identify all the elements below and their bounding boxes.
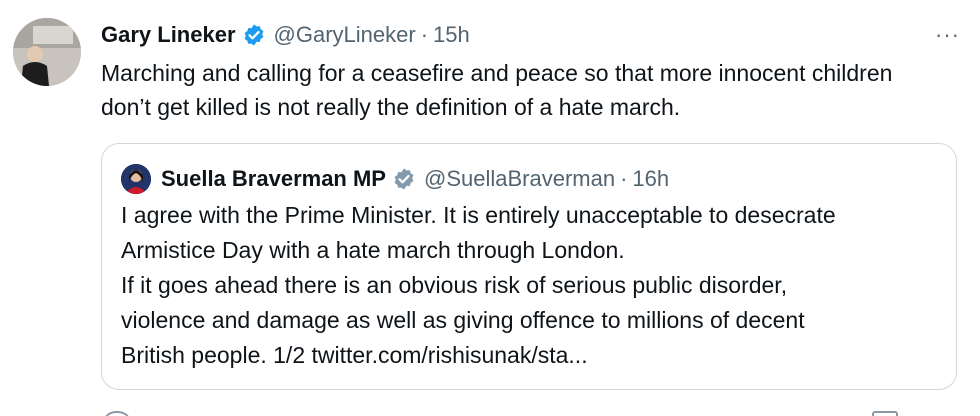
quoted-tweet-card[interactable]: Suella Braverman MP @SuellaBraverman · 1… bbox=[101, 143, 957, 390]
separator-dot: · bbox=[620, 166, 628, 191]
tweet-header: Gary Lineker @GaryLineker · 15h bbox=[101, 18, 960, 52]
tweet-text: Marching and calling for a ceasefire and… bbox=[101, 60, 893, 120]
quoted-text-line: I agree with the Prime Minister. It is e… bbox=[121, 202, 836, 228]
quoted-text-line: If it goes ahead there is an obvious ris… bbox=[121, 272, 788, 298]
tweet-body: Gary Lineker @GaryLineker · 15h ··· Marc… bbox=[101, 18, 960, 124]
quoted-author-name: Suella Braverman MP bbox=[161, 166, 386, 191]
action-bar bbox=[0, 404, 980, 416]
tweet-timestamp[interactable]: 15h bbox=[433, 22, 470, 48]
avatar-photo bbox=[13, 18, 81, 86]
author-handle[interactable]: @GaryLineker bbox=[274, 22, 416, 48]
verified-badge-icon[interactable] bbox=[242, 23, 266, 47]
quoted-text-line: British people. 1/2 twitter.com/rishisun… bbox=[121, 342, 588, 368]
quoted-tweet-header: Suella Braverman MP @SuellaBraverman · 1… bbox=[121, 162, 956, 196]
quoted-tweet-text: I agree with the Prime Minister. It is e… bbox=[121, 198, 941, 373]
quoted-tweet-timestamp: 16h bbox=[632, 166, 670, 191]
tweet: Gary Lineker @GaryLineker · 15h ··· Marc… bbox=[0, 0, 980, 416]
quoted-author-avatar[interactable] bbox=[121, 164, 151, 194]
share-icon[interactable] bbox=[872, 411, 898, 416]
more-options-icon[interactable]: ··· bbox=[935, 18, 960, 52]
reply-icon[interactable] bbox=[104, 411, 130, 416]
quoted-text-line: violence and damage as well as giving of… bbox=[121, 307, 805, 333]
author-avatar[interactable] bbox=[13, 18, 81, 86]
quoted-text-line: Armistice Day with a hate march through … bbox=[121, 237, 625, 263]
quoted-author-handle: @SuellaBraverman bbox=[423, 166, 616, 191]
grey-verified-badge-icon bbox=[392, 167, 416, 191]
separator-dot: · bbox=[420, 22, 429, 47]
author-name[interactable]: Gary Lineker bbox=[101, 22, 236, 48]
